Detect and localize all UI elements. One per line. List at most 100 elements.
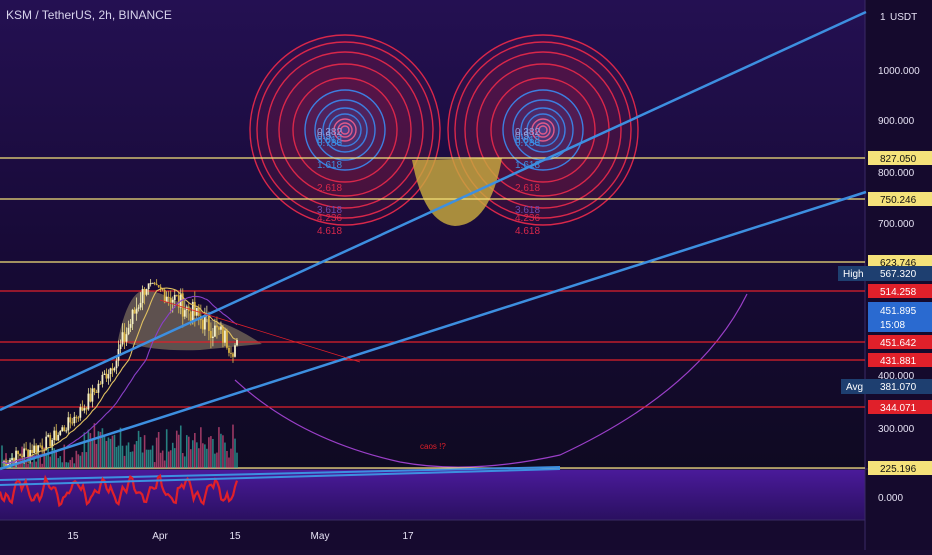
volume-bar <box>85 452 88 468</box>
volume-bar <box>163 460 166 468</box>
candle-body <box>135 308 138 314</box>
volume-bar <box>73 463 76 468</box>
volume-bar <box>165 429 168 468</box>
volume-bar <box>185 435 188 468</box>
axis-currency-prefix: 1 <box>880 12 886 23</box>
chart-title: KSM / TetherUS, 2h, BINANCE <box>6 8 172 22</box>
candle-body <box>79 407 82 418</box>
volume-bar <box>202 443 204 468</box>
volume-bar <box>55 449 58 468</box>
candle-body <box>83 408 86 411</box>
candle-body <box>69 417 72 423</box>
volume-bar <box>161 450 164 468</box>
candle-body <box>89 393 92 402</box>
volume-bar <box>27 463 29 468</box>
volume-bar <box>107 437 110 468</box>
candle-body <box>21 455 23 457</box>
candle-body <box>127 327 130 335</box>
candle-body <box>228 347 230 353</box>
candle-body <box>37 445 40 453</box>
candle-body <box>87 393 90 410</box>
candle-body <box>123 332 126 342</box>
axis-tick-label: 800.000 <box>878 168 915 179</box>
candle-body <box>157 285 160 287</box>
volume-bar <box>1 445 3 468</box>
candle-body <box>224 330 226 343</box>
candle-body <box>141 288 144 303</box>
candle-body <box>71 422 74 424</box>
candle-body <box>81 407 84 411</box>
candle-body <box>216 325 218 328</box>
candle-body <box>234 345 236 357</box>
candle-body <box>105 373 108 379</box>
volume-bar <box>41 463 43 468</box>
candle-body <box>93 388 96 392</box>
candle-body <box>173 294 176 301</box>
axis-tick-label: 1000.000 <box>878 66 920 77</box>
volume-bar <box>103 436 106 468</box>
time-tick-label: 15 <box>67 531 79 542</box>
high-value: 567.320 <box>880 269 917 280</box>
volume-bar <box>45 454 47 468</box>
volume-bar <box>89 433 92 468</box>
time-tick-label: 15 <box>229 531 241 542</box>
level-label: 225.196 <box>880 464 917 475</box>
candle-body <box>214 325 216 337</box>
volume-bar <box>147 449 150 468</box>
candle-body <box>153 282 156 284</box>
volume-bar <box>91 439 94 468</box>
avg-value: 381.070 <box>880 382 917 393</box>
volume-bar <box>101 428 104 468</box>
chart-root: 0.382 0.5 0.618 0.786 1.618 2.618 3.618 4.236 4.… <box>0 0 932 550</box>
time-axis-bg <box>0 520 865 550</box>
candle-body <box>95 391 98 393</box>
volume-bar <box>77 454 80 468</box>
candle-body <box>226 330 228 348</box>
volume-bar <box>222 435 224 468</box>
candle-body <box>151 282 154 284</box>
candle-body <box>73 416 76 424</box>
candle-body <box>35 445 38 453</box>
candle-body <box>232 353 234 357</box>
volume-bar <box>93 423 96 468</box>
volume-bar <box>198 448 200 468</box>
volume-bar <box>69 459 72 468</box>
candle-body <box>175 294 178 296</box>
volume-bar <box>57 458 60 468</box>
candle-body <box>193 301 196 316</box>
candle-body <box>47 435 50 437</box>
candle-body <box>109 368 112 375</box>
volume-bar <box>232 424 234 468</box>
annotation-caos: caos !? <box>420 442 446 451</box>
fib-label: 4.236 <box>515 213 540 224</box>
candle-body <box>97 383 100 393</box>
chart-svg[interactable]: 0.3820.50.6180.7861.6182.6183.6184.2364.… <box>0 0 932 550</box>
volume-bar <box>173 448 176 468</box>
candle-body <box>147 283 150 290</box>
volume-bar <box>206 448 208 468</box>
candle-body <box>201 320 204 330</box>
volume-bar <box>135 441 138 468</box>
avg-label: Avg <box>846 382 863 393</box>
volume-bar <box>228 457 230 468</box>
candle-body <box>169 297 172 303</box>
candle-body <box>27 449 30 458</box>
candle-body <box>183 310 186 317</box>
candle-body <box>131 309 134 325</box>
candle-body <box>23 448 25 457</box>
volume-bar <box>123 455 126 468</box>
candle-body <box>19 454 21 456</box>
candle-body <box>113 368 116 371</box>
volume-bar <box>125 445 128 468</box>
axis-currency: USDT <box>890 12 917 23</box>
candle-body <box>67 417 70 431</box>
volume-bar <box>141 452 144 468</box>
volume-bar <box>129 451 132 468</box>
volume-bar <box>113 434 116 468</box>
volume-bar <box>210 436 212 468</box>
time-tick-label: 17 <box>402 531 414 542</box>
volume-bar <box>149 449 152 468</box>
candle-body <box>119 344 122 350</box>
last-price-countdown: 15:08 <box>880 320 905 331</box>
candle-body <box>222 326 224 343</box>
